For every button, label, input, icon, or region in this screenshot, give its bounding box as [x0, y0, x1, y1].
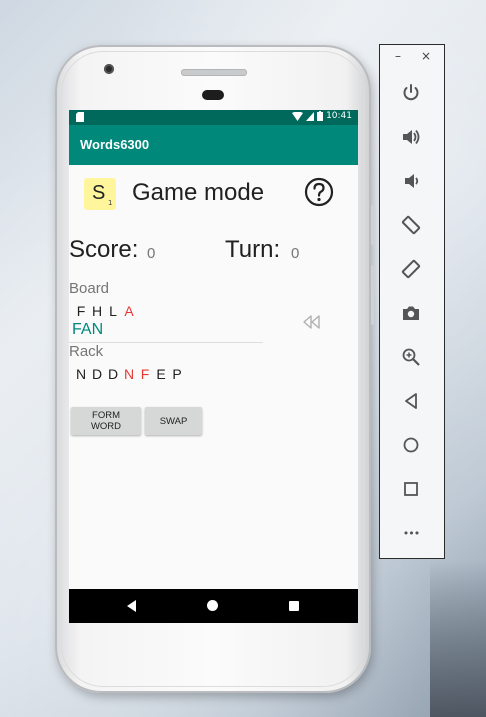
rack-letter[interactable]: P: [172, 366, 182, 382]
minimize-button[interactable]: –: [395, 49, 401, 63]
rack-letter[interactable]: D: [108, 366, 118, 382]
mode-title: Game mode: [132, 179, 265, 206]
app-bar: Words6300: [69, 125, 358, 165]
status-bar: 10:41: [69, 110, 358, 125]
rack-letter[interactable]: N: [124, 366, 134, 382]
board-letter[interactable]: H: [92, 303, 102, 319]
home-circle-icon[interactable]: [207, 600, 218, 611]
overview-icon[interactable]: [399, 477, 423, 501]
recents-square-icon[interactable]: [289, 601, 299, 611]
phone-volume-button: [371, 265, 374, 325]
battery-icon: [317, 111, 324, 121]
volume-up-icon[interactable]: [399, 125, 423, 149]
back-icon[interactable]: [399, 389, 423, 413]
rack-letter[interactable]: F: [140, 366, 150, 382]
home-icon[interactable]: [399, 433, 423, 457]
board-letter[interactable]: A: [124, 303, 134, 319]
form-word-button[interactable]: FORM WORD: [71, 407, 141, 435]
emulator-toolbar: – × •••: [379, 44, 445, 559]
more-icon[interactable]: •••: [399, 521, 423, 545]
rewind-icon[interactable]: [302, 314, 322, 330]
app-title: Words6300: [80, 137, 150, 152]
power-icon[interactable]: [399, 81, 423, 105]
rack-label: Rack: [69, 343, 104, 360]
score-value: 0: [147, 245, 156, 262]
close-button[interactable]: ×: [421, 49, 431, 63]
status-time: 10:41: [326, 111, 352, 121]
rotate-right-icon[interactable]: [399, 257, 423, 281]
volume-down-icon[interactable]: [399, 169, 423, 193]
board-letters[interactable]: FHLA: [76, 303, 134, 319]
board-letter[interactable]: F: [76, 303, 86, 319]
earpiece-speaker: [181, 69, 247, 76]
cell-signal-icon: [306, 111, 315, 121]
swap-button[interactable]: SWAP: [145, 407, 202, 435]
letter-tile: S 1: [84, 178, 116, 210]
rack-letters[interactable]: NDDNFEP: [76, 366, 182, 382]
help-circle-icon[interactable]: [304, 177, 334, 207]
tile-score: 1: [108, 199, 113, 207]
back-triangle-icon[interactable]: [127, 600, 136, 612]
phone-screen: 10:41 Words6300 S 1 Game mode Score: 0 T…: [69, 110, 358, 623]
zoom-icon[interactable]: [399, 345, 423, 369]
camera-icon[interactable]: [399, 301, 423, 325]
status-right-group: 10:41: [292, 111, 352, 121]
wifi-icon: [292, 111, 304, 121]
board-word: FAN: [72, 321, 104, 338]
board-label: Board: [69, 280, 110, 297]
front-camera: [104, 64, 114, 74]
tile-letter: S: [92, 182, 106, 204]
score-label: Score:: [69, 236, 139, 263]
turn-value: 0: [291, 245, 300, 262]
phone-side-button: [371, 205, 374, 245]
turn-label: Turn:: [225, 236, 281, 263]
board-letter[interactable]: L: [108, 303, 118, 319]
rack-letter[interactable]: D: [92, 366, 102, 382]
sd-card-icon: [76, 112, 84, 122]
proximity-sensor: [202, 90, 224, 100]
rotate-left-icon[interactable]: [399, 213, 423, 237]
rack-letter[interactable]: E: [156, 366, 166, 382]
background-trees: [430, 560, 486, 717]
android-nav-bar: [69, 589, 358, 623]
rack-letter[interactable]: N: [76, 366, 86, 382]
